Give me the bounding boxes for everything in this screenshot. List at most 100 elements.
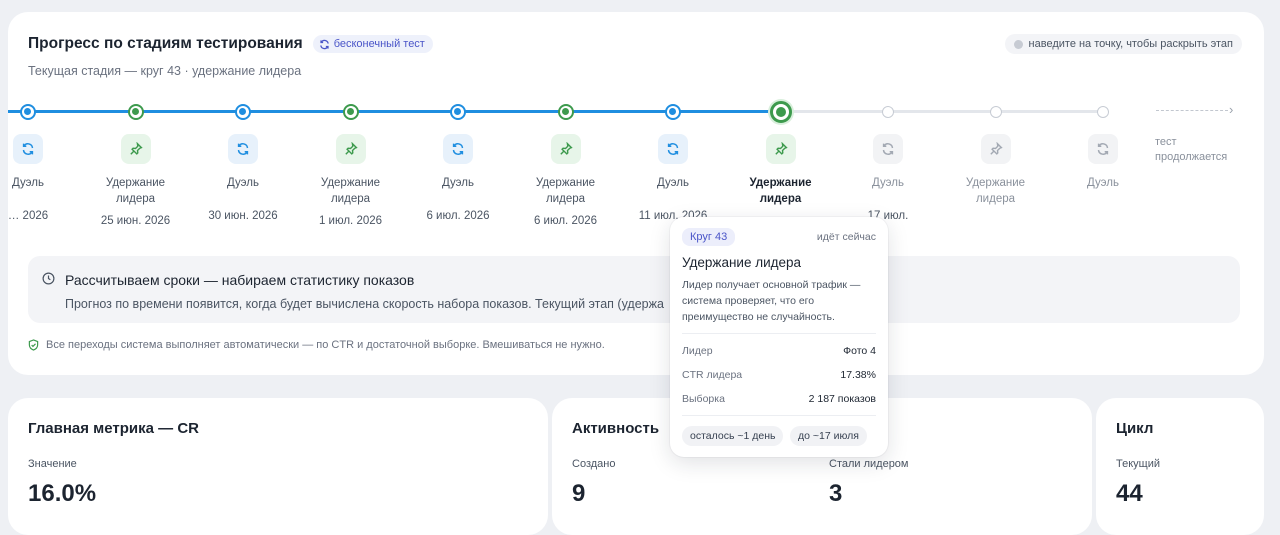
stage-label: Дуэль xyxy=(657,177,689,189)
hover-hint-text: наведите на точку, чтобы раскрыть этап xyxy=(1028,38,1233,50)
auto-transition-note: Все переходы система выполняет автоматич… xyxy=(28,339,605,351)
pin-icon xyxy=(129,142,143,155)
stage-node[interactable] xyxy=(1097,106,1109,118)
stage-date: 25 июн. 2026 xyxy=(100,215,171,227)
stage-status: идёт сейчас xyxy=(816,231,876,243)
stage-node[interactable] xyxy=(557,104,574,120)
pin-icon xyxy=(344,142,358,155)
stage-node[interactable] xyxy=(989,106,1002,118)
duel-stage-icon xyxy=(873,134,903,164)
stage-date: 6 июл. 2026 xyxy=(426,210,490,222)
stage-label: Дуэль xyxy=(12,177,44,189)
infinite-test-badge: бесконечный тест xyxy=(312,35,433,53)
round-badge: Круг 43 xyxy=(682,228,736,246)
stage-node[interactable] xyxy=(127,104,144,120)
shield-icon xyxy=(28,339,39,351)
stage-label: Удержание лидера xyxy=(320,177,381,205)
tooltip-divider xyxy=(682,333,876,334)
stage-node[interactable] xyxy=(342,104,359,120)
row-value: 2 187 показов xyxy=(808,393,876,405)
activity-title: Активность xyxy=(572,420,660,437)
tooltip-divider xyxy=(682,415,876,416)
hold-stage-icon xyxy=(335,134,366,164)
notice-title: Рассчитываем сроки — набираем статистику… xyxy=(65,272,415,288)
tooltip-title: Удержание лидера xyxy=(682,255,802,270)
cycle-label: Текущий xyxy=(1116,458,1160,470)
stage-label: Удержание лидера xyxy=(105,177,166,205)
test-continues-label: тест продолжается xyxy=(1155,136,1228,163)
hold-stage-icon xyxy=(765,134,796,164)
stage-node-core xyxy=(561,108,569,115)
main-metric-title: Главная метрика — CR xyxy=(28,420,199,437)
stage-label: Удержание лидера xyxy=(965,177,1026,205)
pin-icon xyxy=(989,142,1003,155)
tooltip-row-ctr: CTR лидера 17.38% xyxy=(682,369,876,381)
refresh-icon xyxy=(319,39,329,49)
stage-label: Дуэль xyxy=(1087,177,1119,189)
row-value: 17.38% xyxy=(840,369,876,381)
leaders-value: 3 xyxy=(829,480,843,507)
stage-label: Дуэль xyxy=(872,177,904,189)
main-metric-card: Главная метрика — CR Значение 16.0% xyxy=(8,398,548,535)
refresh-icon xyxy=(1097,143,1109,155)
progress-title: Прогресс по стадиям тестирования xyxy=(28,35,303,52)
stage-node[interactable] xyxy=(882,106,894,118)
duel-stage-icon xyxy=(1088,134,1118,164)
auto-note-text: Все переходы система выполняет автоматич… xyxy=(46,339,605,351)
stage-date: 30 июн. 2026 xyxy=(208,210,278,222)
created-label: Создано xyxy=(572,458,616,470)
duel-stage-icon xyxy=(228,134,258,164)
tooltip-row-sample: Выборка 2 187 показов xyxy=(682,393,876,405)
stage-date: … 2026 xyxy=(8,210,49,222)
stage-node[interactable] xyxy=(665,104,681,120)
timeline-future-line xyxy=(780,110,1105,113)
duel-stage-icon xyxy=(13,134,43,164)
time-left-chip: осталось ~1 день xyxy=(682,426,784,446)
duel-stage-icon xyxy=(443,134,473,164)
cycle-value: 44 xyxy=(1116,480,1143,507)
cycle-title: Цикл xyxy=(1116,420,1154,437)
refresh-icon xyxy=(452,143,464,155)
stage-node[interactable] xyxy=(235,104,251,120)
stage-label: Дуэль xyxy=(442,177,474,189)
cycle-card: Цикл Текущий 44 xyxy=(1096,398,1264,535)
hold-stage-icon xyxy=(980,134,1011,164)
main-metric-label: Значение xyxy=(28,458,77,470)
tooltip-description: Лидер получает основной трафик — система… xyxy=(682,279,861,323)
clock-icon xyxy=(42,272,55,285)
current-stage-subtitle: Текущая стадия — круг 43 · удержание лид… xyxy=(28,64,302,78)
timeline-continuation-line xyxy=(1156,110,1228,111)
pin-icon xyxy=(559,142,573,155)
stage-node[interactable] xyxy=(20,104,36,120)
stage-node-core xyxy=(669,108,676,115)
stage-tooltip: Круг 43 идёт сейчас Удержание лидера Лид… xyxy=(670,217,888,457)
main-metric-value: 16.0% xyxy=(28,480,97,507)
stage-node-core xyxy=(454,108,461,115)
refresh-icon xyxy=(22,143,34,155)
hover-hint: наведите на точку, чтобы раскрыть этап xyxy=(1004,34,1242,54)
row-key: CTR лидера xyxy=(682,369,743,381)
leaders-label: Стали лидером xyxy=(829,458,909,470)
notice-text: Прогноз по времени появится, когда будет… xyxy=(65,297,664,311)
stage-label: Удержание лидера xyxy=(749,177,812,205)
duel-stage-icon xyxy=(658,134,688,164)
refresh-icon xyxy=(667,143,679,155)
stage-label: Дуэль xyxy=(227,177,259,189)
created-value: 9 xyxy=(572,480,586,507)
stage-node[interactable] xyxy=(769,101,792,123)
infinite-test-label: бесконечный тест xyxy=(333,38,425,50)
stage-node-core xyxy=(131,108,139,115)
refresh-icon xyxy=(882,143,894,155)
stage-node-core xyxy=(775,107,786,117)
stage-node-core xyxy=(346,108,354,115)
stage-date: 6 июл. 2026 xyxy=(533,215,598,227)
pin-icon xyxy=(774,142,788,155)
stage-node[interactable] xyxy=(450,104,466,120)
stage-node-core xyxy=(24,108,31,115)
progress-card: Прогресс по стадиям тестирования бесконе… xyxy=(8,12,1264,375)
eta-chip: до ~17 июля xyxy=(790,426,867,446)
stage-node-core xyxy=(239,108,246,115)
chevron-right-icon: › xyxy=(1229,102,1234,117)
info-icon xyxy=(1013,39,1023,49)
row-key: Выборка xyxy=(682,393,725,405)
